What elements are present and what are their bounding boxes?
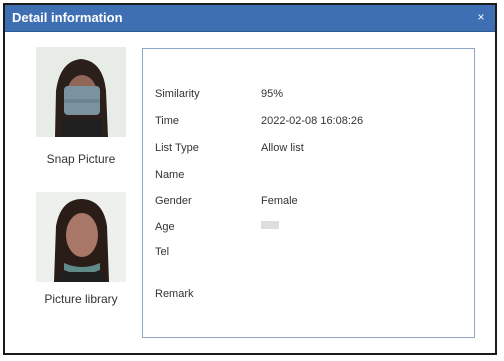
detail-panel: Similarity 95% Time 2022-02-08 16:08:26 … [142, 48, 475, 338]
close-icon[interactable]: × [475, 11, 487, 23]
snap-picture-caption: Snap Picture [46, 152, 116, 166]
tel-label: Tel [155, 246, 170, 258]
dialog-title: Detail information [12, 10, 123, 25]
age-label: Age [155, 221, 175, 233]
gender-value: Female [261, 195, 298, 207]
dialog-titlebar[interactable]: Detail information × [5, 5, 495, 32]
age-value [261, 221, 279, 229]
similarity-label: Similarity [155, 88, 200, 100]
time-value: 2022-02-08 16:08:26 [261, 115, 364, 127]
detail-information-dialog: Detail information × Snap Picture Pictur… [3, 3, 497, 355]
picture-library-image [36, 192, 126, 282]
time-label: Time [155, 115, 180, 127]
name-label: Name [155, 169, 185, 181]
picture-library-caption: Picture library [44, 292, 118, 306]
list-type-value: Allow list [261, 142, 304, 154]
gender-label: Gender [155, 195, 192, 207]
list-type-label: List Type [155, 142, 199, 154]
remark-label: Remark [155, 288, 194, 300]
snap-picture-image [36, 47, 126, 137]
similarity-value: 95% [261, 88, 284, 100]
